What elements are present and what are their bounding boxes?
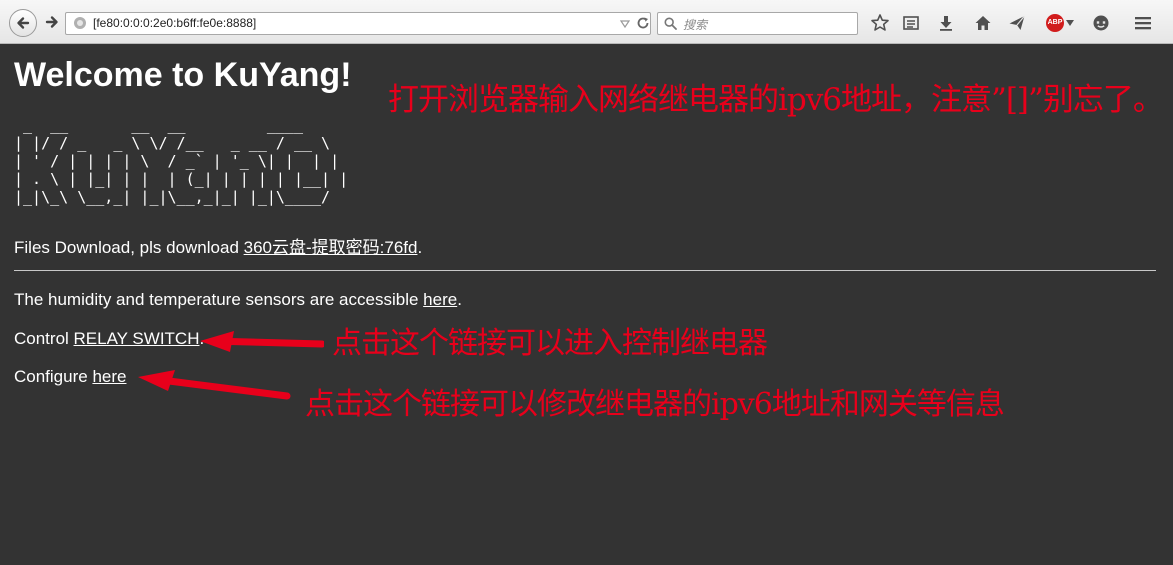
arrow-to-control-link	[200, 331, 324, 352]
control-line: Control RELAY SWITCH.	[14, 329, 204, 349]
web-page: Welcome to KuYang! _ __ __ __ ____ | |/ …	[0, 44, 1173, 565]
globe-icon	[74, 17, 86, 29]
downloads-suffix: .	[417, 238, 423, 257]
sensors-link[interactable]: here	[423, 290, 457, 309]
sensors-suffix: .	[457, 290, 462, 309]
downloads-line: Files Download, pls download 360云盘-提取密码:…	[14, 233, 422, 258]
annotation-configure-hint: 点击这个链接可以修改继电器的ipv6地址和网关等信息	[305, 387, 1005, 422]
configure-text: Configure	[14, 367, 93, 386]
home-icon[interactable]	[973, 13, 993, 33]
adblock-plus-icon[interactable]: ABP	[1046, 14, 1064, 32]
downloads-text: Files Download, pls download	[14, 238, 244, 257]
reading-list-icon[interactable]	[901, 13, 921, 33]
annotation-top: 打开浏览器输入网络继电器的ipv6地址，注意”[]”别忘了。	[388, 82, 1164, 118]
back-arrow-icon	[17, 17, 30, 29]
chat-icon[interactable]	[1091, 13, 1111, 33]
sensors-line: The humidity and temperature sensors are…	[14, 290, 462, 310]
reload-icon[interactable]	[636, 16, 650, 30]
forward-arrow-icon[interactable]	[44, 14, 60, 30]
configure-line: Configure here	[14, 367, 126, 387]
send-icon[interactable]	[1007, 13, 1027, 33]
url-bar[interactable]: [fe80:0:0:0:2e0:b6ff:fe0e:8888]	[65, 12, 651, 35]
arrow-to-configure-link	[138, 370, 291, 400]
bookmark-star-icon[interactable]	[870, 13, 890, 33]
search-icon	[664, 17, 677, 30]
downloads-link[interactable]: 360云盘-提取密码:76fd	[244, 238, 418, 257]
url-text[interactable]: [fe80:0:0:0:2e0:b6ff:fe0e:8888]	[93, 16, 256, 30]
relay-switch-link[interactable]: RELAY SWITCH	[74, 329, 200, 348]
configure-link[interactable]: here	[92, 367, 126, 386]
back-button[interactable]	[9, 9, 37, 37]
download-icon[interactable]	[936, 13, 956, 33]
browser-toolbar: [fe80:0:0:0:2e0:b6ff:fe0e:8888] 搜索 ABP	[0, 0, 1173, 44]
ascii-art-logo: _ __ __ __ ____ | |/ / _ _ \ \/ /__ _ __…	[14, 116, 349, 206]
search-placeholder: 搜索	[683, 18, 708, 32]
sensors-text: The humidity and temperature sensors are…	[14, 290, 424, 309]
history-dropdown-icon[interactable]	[619, 18, 631, 30]
menu-icon[interactable]	[1133, 13, 1153, 33]
search-bar[interactable]: 搜索	[657, 12, 858, 35]
annotation-control-hint: 点击这个链接可以进入控制继电器	[332, 326, 768, 361]
page-title: Welcome to KuYang!	[14, 56, 352, 94]
adblock-dropdown-icon[interactable]	[1066, 20, 1074, 26]
divider	[14, 270, 1156, 271]
control-text: Control	[14, 329, 74, 348]
